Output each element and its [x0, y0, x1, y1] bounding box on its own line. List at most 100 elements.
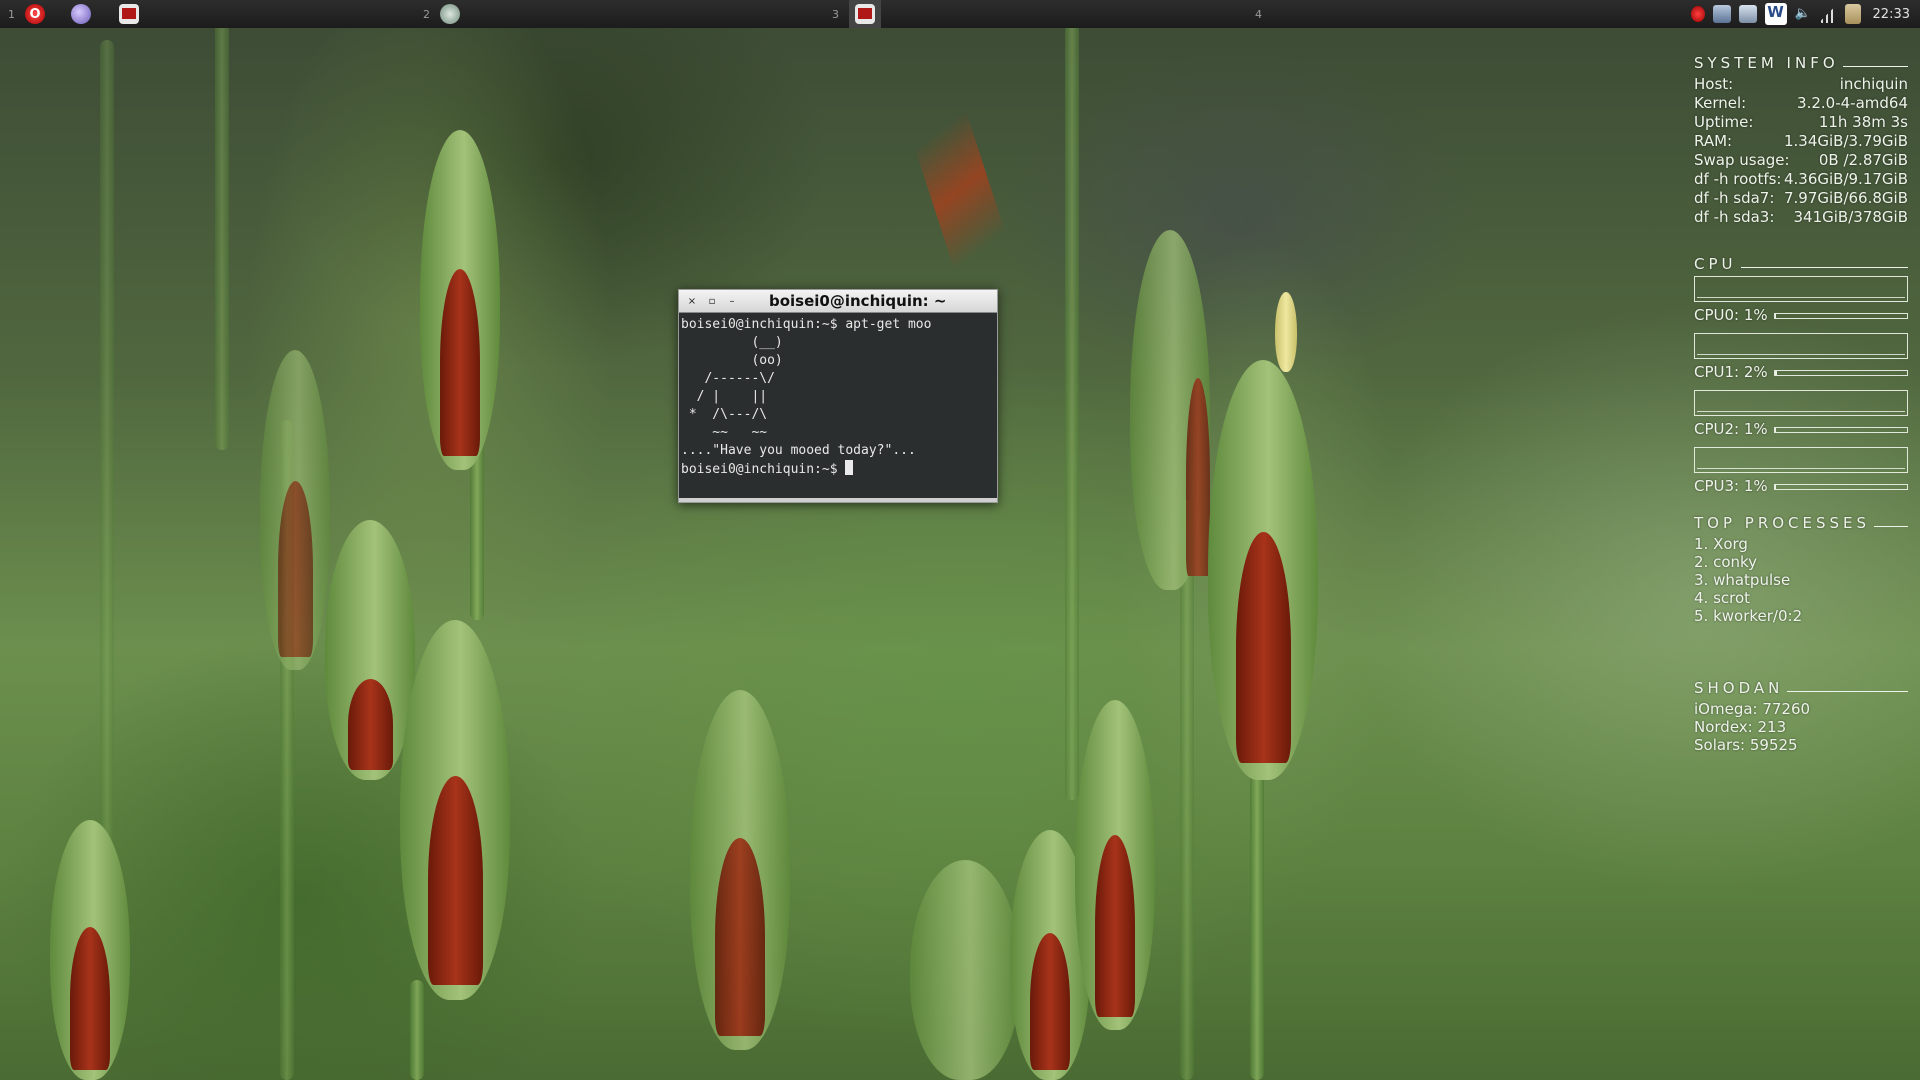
- process-item: 3. whatpulse: [1694, 571, 1791, 589]
- workspace-2[interactable]: 2: [423, 0, 460, 28]
- cpu3-graph: [1694, 447, 1908, 473]
- cpu-row: CPU2: 1%: [1694, 420, 1908, 439]
- info-key: df -h rootfs:: [1694, 170, 1782, 188]
- network-display-icon[interactable]: [1738, 5, 1757, 23]
- shodan-item: iOmega: 77260: [1694, 700, 1811, 718]
- section-title-text: SYSTEM INFO: [1694, 54, 1839, 72]
- active-task-terminal[interactable]: [849, 0, 881, 28]
- info-row: Swap usage: 0B /2.87GiB: [1694, 151, 1908, 170]
- cpu-label: CPU1: 2%: [1694, 363, 1768, 381]
- terminal-title: boisei0@inchiquin: ~: [769, 292, 947, 310]
- cpu-usage-bar: [1773, 312, 1908, 319]
- cpu-row: CPU1: 2%: [1694, 363, 1908, 382]
- shodan-list: iOmega: 77260 Nordex: 213 Solars: 59525: [1694, 700, 1908, 754]
- cpu-usage-fill: [1774, 484, 1776, 489]
- whatpulse-icon[interactable]: W: [1764, 3, 1787, 25]
- cpu-row: CPU3: 1%: [1694, 477, 1908, 496]
- info-row: RAM: 1.34GiB/3.79GiB: [1694, 132, 1908, 151]
- maximize-icon[interactable]: ▫: [705, 296, 719, 307]
- cpu-list: CPU0: 1% CPU1: 2% CPU2: 1% CPU3: 1%: [1694, 276, 1908, 496]
- cpu-label: CPU0: 1%: [1694, 306, 1768, 324]
- process-item: 5. kworker/0:2: [1694, 607, 1803, 625]
- divider: [1787, 691, 1908, 692]
- cpu-usage-bar: [1773, 483, 1908, 490]
- process-item: 4. scrot: [1694, 589, 1751, 607]
- cpu-heading: CPU: [1694, 255, 1908, 274]
- info-row: Kernel: 3.2.0-4-amd64: [1694, 94, 1908, 113]
- cpu-row: CPU0: 1%: [1694, 306, 1908, 325]
- terminal-line: ~~ ~~: [681, 425, 768, 440]
- browser-icon[interactable]: [71, 4, 91, 24]
- system-info-heading: SYSTEM INFO: [1694, 54, 1908, 73]
- cpu2-graph: [1694, 390, 1908, 416]
- section-title-text: SHODAN: [1694, 679, 1784, 697]
- terminal-line: boisei0@inchiquin:~$ apt-get moo: [681, 317, 932, 332]
- system-info-list: Host: inchiquin Kernel: 3.2.0-4-amd64 Upti…: [1694, 75, 1908, 227]
- info-value: 3.2.0-4-amd64: [1797, 94, 1908, 112]
- terminal-window[interactable]: × ▫ – boisei0@inchiquin: ~ boisei0@inchi…: [678, 289, 998, 503]
- terminal-line: /------\/: [681, 371, 775, 386]
- info-value: 1.34GiB/3.79GiB: [1783, 132, 1908, 150]
- cpu-usage-fill: [1774, 370, 1778, 375]
- volume-icon[interactable]: 🔈: [1795, 5, 1811, 23]
- info-key: df -h sda3:: [1694, 208, 1775, 226]
- info-row: df -h rootfs: 4.36GiB/9.17GiB: [1694, 170, 1908, 189]
- workspace-1[interactable]: 1: [8, 0, 139, 28]
- info-value: 7.97GiB/66.8GiB: [1783, 189, 1908, 207]
- opera-icon[interactable]: [25, 4, 45, 24]
- terminal-icon[interactable]: [119, 4, 139, 24]
- terminal-line: (__): [681, 335, 783, 350]
- info-value: 341GiB/378GiB: [1793, 208, 1908, 226]
- terminal-line: * /\---/\: [681, 407, 768, 422]
- terminal-scrollbar[interactable]: [679, 498, 997, 502]
- divider: [1842, 66, 1908, 67]
- signal-icon[interactable]: [1818, 5, 1837, 23]
- info-key: df -h sda7:: [1694, 189, 1775, 207]
- terminal-line: (oo): [681, 353, 783, 368]
- terminal-prompt-line[interactable]: boisei0@inchiquin:~$: [681, 460, 995, 479]
- cpu0-graph: [1694, 276, 1908, 302]
- terminal-prompt: boisei0@inchiquin:~$: [681, 462, 846, 477]
- info-value: 0B /2.87GiB: [1818, 151, 1908, 169]
- top-panel: 1 2 3 4 W 🔈 22:33: [0, 0, 1920, 28]
- section-title-text: TOP PROCESSES: [1694, 514, 1871, 532]
- cpu-label: CPU2: 1%: [1694, 420, 1768, 438]
- divider: [1874, 526, 1908, 527]
- cpu-usage-fill: [1774, 313, 1776, 318]
- info-key: Swap usage:: [1694, 151, 1790, 169]
- process-item: 1. Xorg: [1694, 535, 1748, 553]
- opera-tray-icon[interactable]: [1690, 6, 1705, 22]
- terminal-output[interactable]: boisei0@inchiquin:~$ apt-get moo (__) (o…: [679, 313, 997, 482]
- cpu-usage-bar: [1773, 426, 1908, 433]
- shodan-item: Nordex: 213: [1694, 718, 1787, 736]
- close-icon[interactable]: ×: [685, 296, 699, 307]
- info-row: Host: inchiquin: [1694, 75, 1908, 94]
- terminal-line: / | ||: [681, 389, 768, 404]
- info-key: Uptime:: [1694, 113, 1754, 131]
- workspace-3[interactable]: 3: [832, 0, 881, 28]
- cpu1-graph: [1694, 333, 1908, 359]
- minimize-icon[interactable]: –: [725, 296, 739, 307]
- terminal-titlebar[interactable]: × ▫ – boisei0@inchiquin: ~: [679, 290, 997, 313]
- user-tray-icon[interactable]: [1712, 5, 1731, 23]
- clock[interactable]: 22:33: [1873, 7, 1910, 22]
- workspace-4[interactable]: 4: [1255, 0, 1262, 28]
- cpu-label: CPU3: 1%: [1694, 477, 1768, 495]
- section-title-text: CPU: [1694, 255, 1737, 273]
- info-value: inchiquin: [1839, 75, 1908, 93]
- emblem-app-icon[interactable]: [440, 4, 460, 24]
- shodan-heading: SHODAN: [1694, 679, 1908, 698]
- process-item: 2. conky: [1694, 553, 1758, 571]
- clipboard-icon[interactable]: [1844, 4, 1861, 24]
- info-key: Host:: [1694, 75, 1734, 93]
- info-key: Kernel:: [1694, 94, 1747, 112]
- terminal-icon: [855, 4, 875, 24]
- top-processes-list: 1. Xorg 2. conky 3. whatpulse 4. scrot 5…: [1694, 535, 1908, 625]
- workspace-number: 3: [832, 7, 839, 21]
- top-processes-heading: TOP PROCESSES: [1694, 514, 1908, 533]
- cpu-usage-bar: [1773, 369, 1908, 376]
- info-key: RAM:: [1694, 132, 1733, 150]
- info-value: 11h 38m 3s: [1818, 113, 1908, 131]
- conky-monitor: SYSTEM INFO Host: inchiquin Kernel: 3.2.0-…: [1694, 54, 1908, 754]
- info-row: df -h sda7: 7.97GiB/66.8GiB: [1694, 189, 1908, 208]
